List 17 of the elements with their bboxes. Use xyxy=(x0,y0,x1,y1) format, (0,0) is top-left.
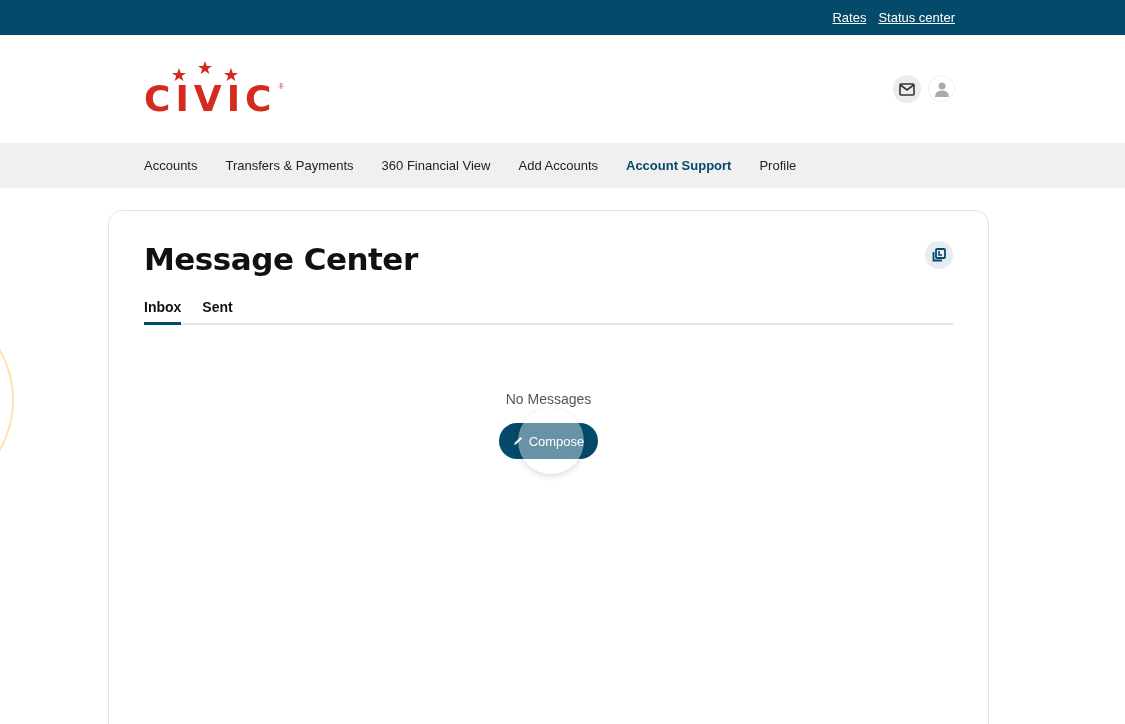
tab[interactable]: Sent xyxy=(202,295,233,325)
top-link[interactable]: Rates xyxy=(832,10,867,25)
page-title: Message Center xyxy=(144,241,418,277)
mail-icon[interactable] xyxy=(893,75,921,103)
nav-link[interactable]: Add Accounts xyxy=(518,158,598,173)
nav-link[interactable]: Accounts xyxy=(144,158,198,173)
nav-link[interactable]: Transfers & Payments xyxy=(225,158,354,173)
click-highlight xyxy=(517,408,584,474)
tab[interactable]: Inbox xyxy=(144,295,182,325)
nav-link[interactable]: 360 Financial View xyxy=(381,158,491,173)
copy-icon[interactable] xyxy=(925,241,953,269)
top-link[interactable]: Status center xyxy=(878,10,955,25)
empty-message: No Messages xyxy=(505,391,592,407)
logo-text: CIVIC xyxy=(144,83,277,115)
nav-link[interactable]: Account Support xyxy=(626,158,732,173)
nav-link[interactable]: Profile xyxy=(759,158,797,173)
pencil-icon xyxy=(512,436,523,446)
